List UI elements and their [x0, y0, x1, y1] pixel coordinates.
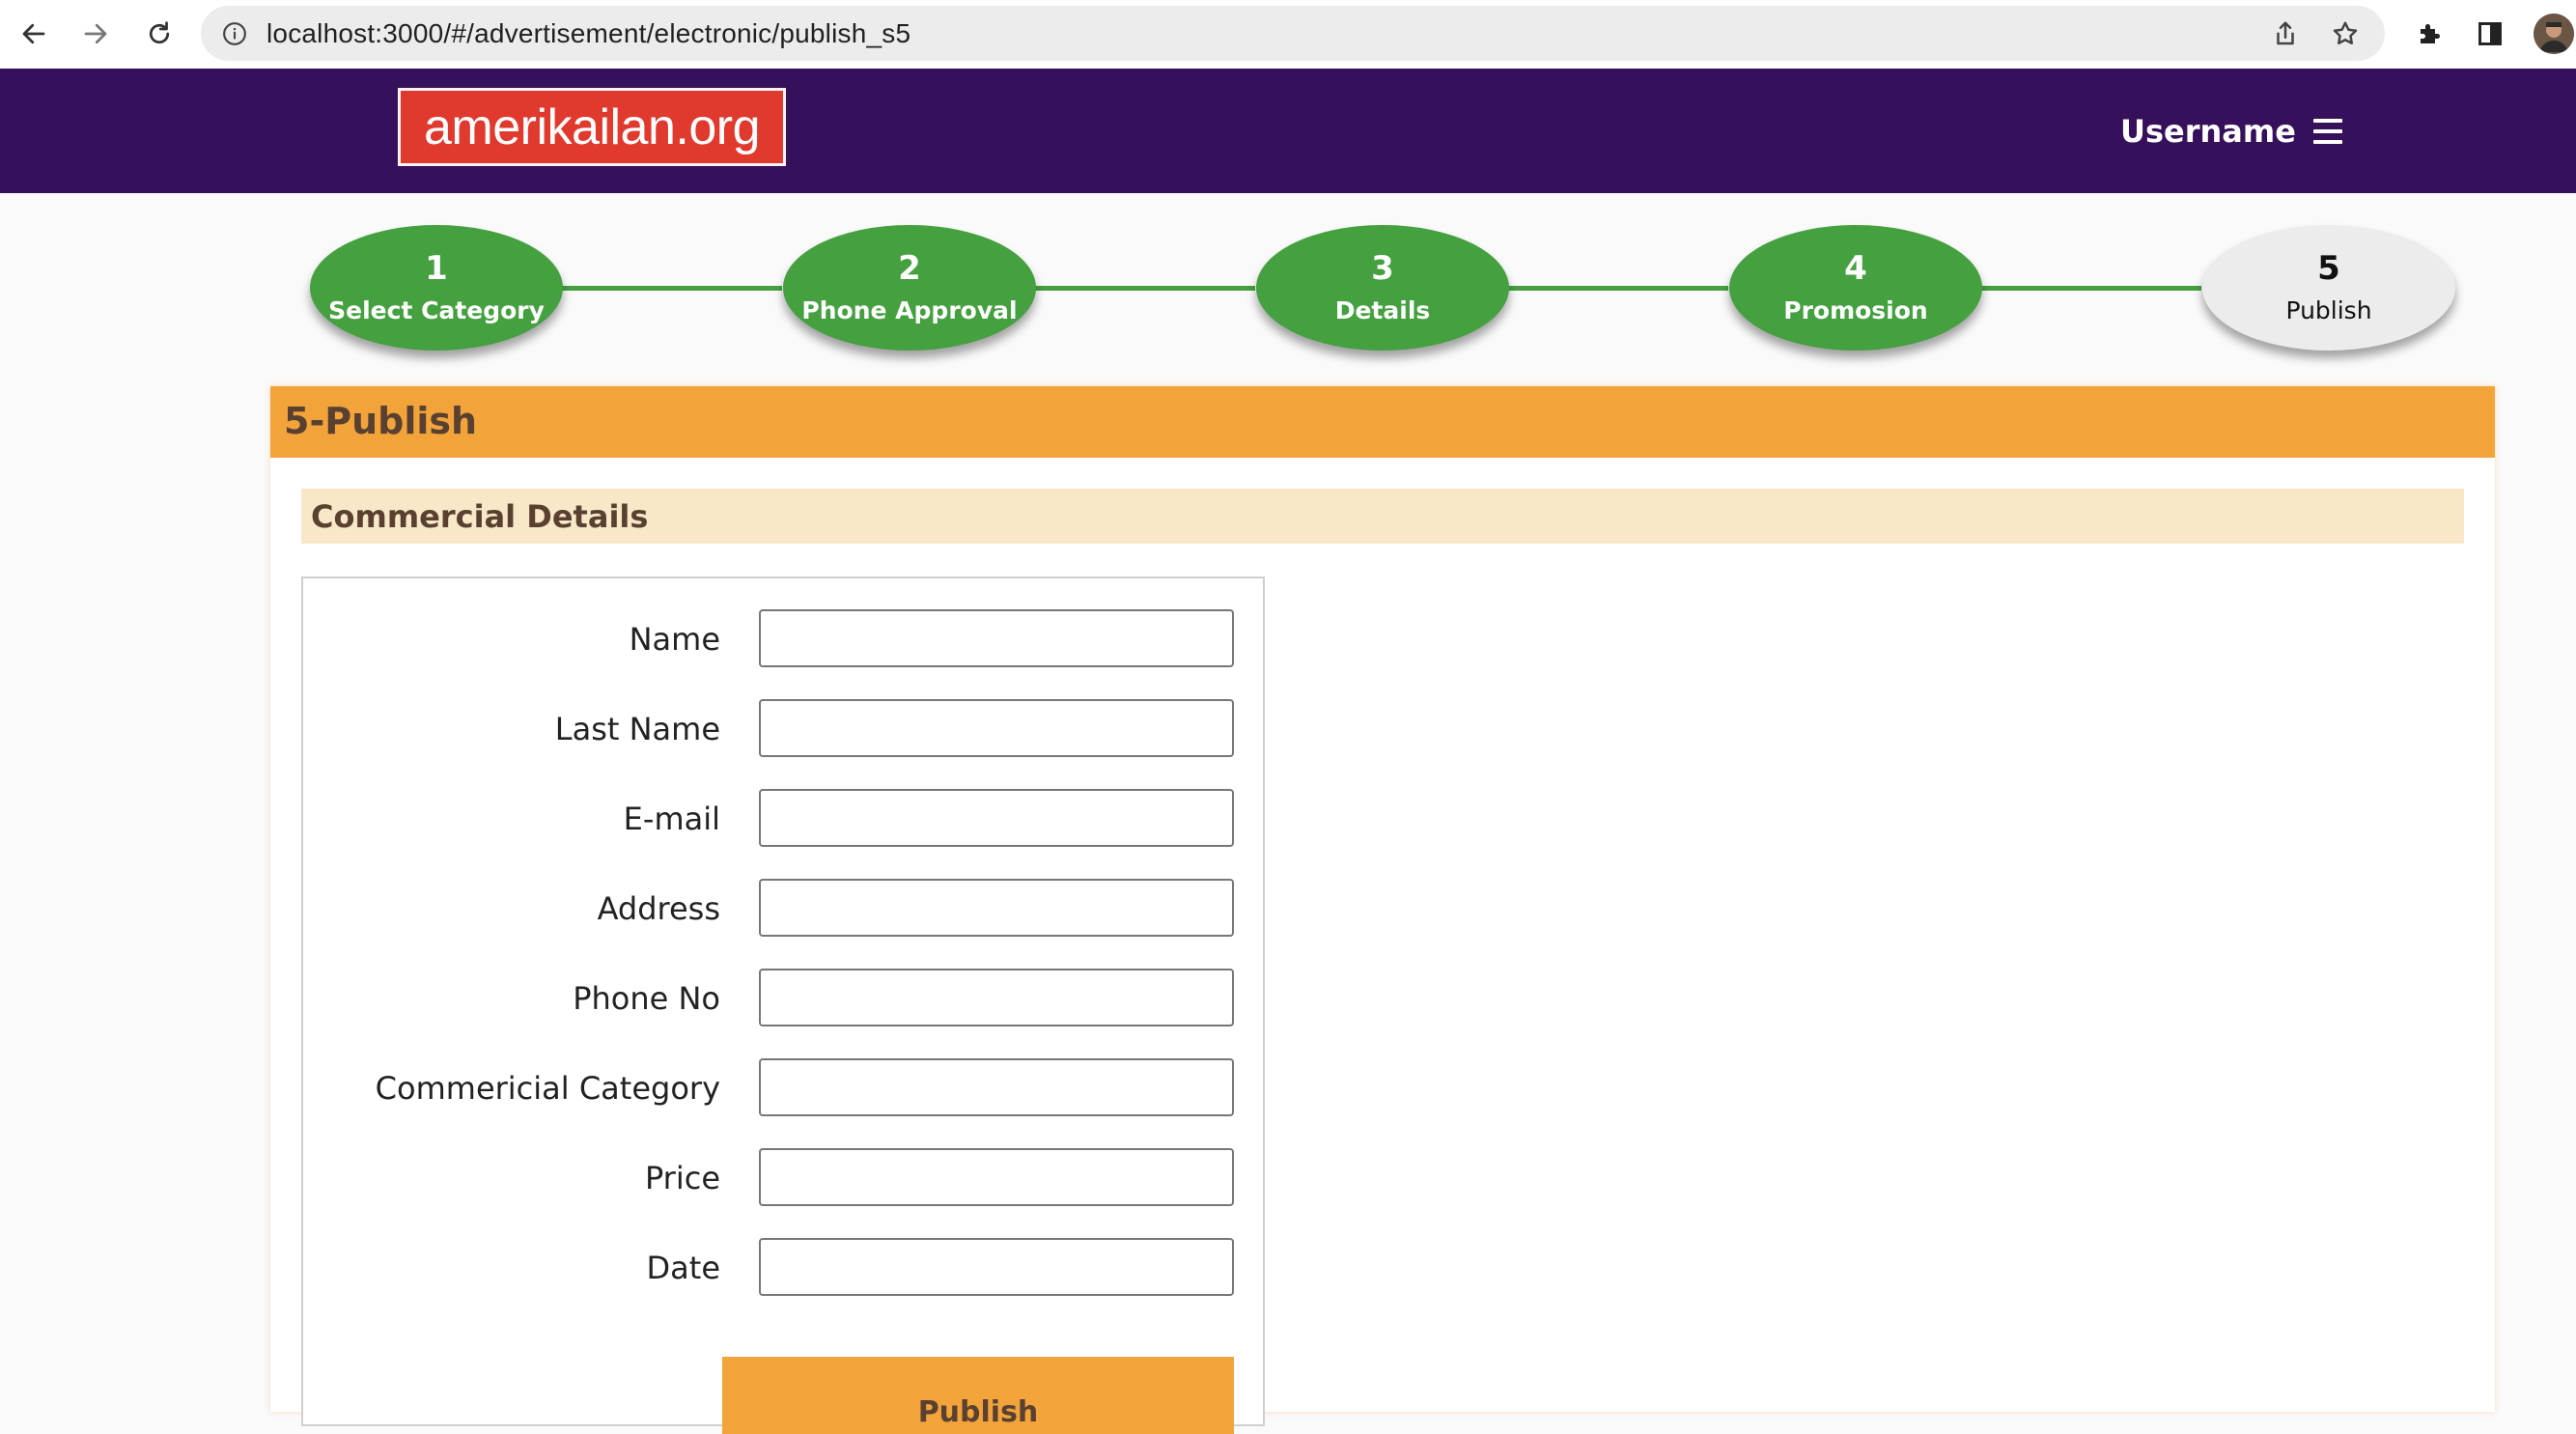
section-header: Commercial Details — [301, 489, 2464, 544]
site-logo[interactable]: amerikailan.org — [398, 88, 786, 166]
form-row-last-name: Last Name — [303, 699, 1267, 757]
name-input[interactable] — [759, 609, 1234, 667]
form-row-name: Name — [303, 609, 1267, 667]
section-title: Commercial Details — [311, 498, 649, 535]
phone-label: Phone No — [573, 980, 720, 1017]
step-select-category[interactable]: 1 Select Category — [310, 225, 563, 351]
email-input[interactable] — [759, 789, 1234, 847]
step-connector — [560, 286, 782, 291]
email-label: E-mail — [623, 801, 720, 837]
step-number: 2 — [898, 249, 921, 288]
logo-text: amerikailan.org — [424, 98, 761, 155]
username-menu[interactable]: Username — [2120, 113, 2296, 150]
date-label: Date — [646, 1250, 720, 1286]
site-header: amerikailan.org Username — [0, 69, 2576, 193]
category-label: Commericial Category — [375, 1070, 720, 1107]
step-connector — [1506, 286, 1728, 291]
step-details[interactable]: 3 Details — [1256, 225, 1509, 351]
step-connector — [1033, 286, 1255, 291]
step-label: Select Category — [328, 296, 545, 324]
publish-panel: 5-Publish Commercial Details Name Last N… — [270, 386, 2495, 1434]
date-input[interactable] — [759, 1238, 1234, 1296]
form-row-date: Date — [303, 1238, 1267, 1296]
price-input[interactable] — [759, 1148, 1234, 1206]
step-label: Promosion — [1783, 296, 1928, 324]
back-arrow-icon[interactable] — [14, 14, 54, 54]
step-number: 3 — [1371, 249, 1394, 288]
extensions-puzzle-icon[interactable] — [2410, 14, 2450, 54]
form-row-address: Address — [303, 879, 1267, 937]
step-number: 5 — [2317, 249, 2340, 288]
step-connector — [1979, 286, 2201, 291]
address-bar[interactable]: localhost:3000/#/advertisement/electroni… — [201, 6, 2385, 61]
forward-arrow-icon[interactable] — [75, 14, 116, 54]
page-title: 5-Publish — [284, 400, 478, 442]
address-input[interactable] — [759, 879, 1234, 937]
step-phone-approval[interactable]: 2 Phone Approval — [783, 225, 1036, 351]
hamburger-menu-icon[interactable] — [2313, 119, 2342, 144]
name-label: Name — [629, 621, 720, 658]
last-name-input[interactable] — [759, 699, 1234, 757]
form-row-email: E-mail — [303, 789, 1267, 847]
category-input[interactable] — [759, 1058, 1234, 1116]
reload-icon[interactable] — [139, 14, 180, 54]
bookmark-star-icon[interactable] — [2331, 19, 2360, 48]
form-row-price: Price — [303, 1148, 1267, 1206]
step-promosion[interactable]: 4 Promosion — [1729, 225, 1982, 351]
side-panel-icon[interactable] — [2470, 14, 2510, 54]
form-row-phone: Phone No — [303, 969, 1267, 1026]
form-row-category: Commericial Category — [303, 1058, 1267, 1116]
profile-avatar[interactable] — [2534, 14, 2574, 54]
publish-button[interactable]: Publish — [722, 1357, 1234, 1434]
step-publish[interactable]: 5 Publish — [2202, 225, 2455, 351]
step-label: Details — [1334, 296, 1431, 324]
url-text[interactable]: localhost:3000/#/advertisement/electroni… — [266, 18, 910, 49]
browser-toolbar: localhost:3000/#/advertisement/electroni… — [0, 0, 2576, 70]
commercial-details-form: Name Last Name E-mail Address Phone No C… — [301, 576, 1267, 1434]
last-name-label: Last Name — [554, 711, 720, 747]
address-label: Address — [597, 890, 720, 927]
share-icon[interactable] — [2271, 19, 2300, 48]
price-label: Price — [644, 1160, 720, 1196]
step-label: Phone Approval — [801, 296, 1018, 324]
phone-input[interactable] — [759, 969, 1234, 1026]
step-number: 1 — [425, 249, 448, 288]
panel-header: 5-Publish — [270, 386, 2495, 458]
step-number: 4 — [1844, 249, 1867, 288]
site-info-icon[interactable] — [222, 21, 247, 46]
step-label: Publish — [2285, 296, 2372, 324]
